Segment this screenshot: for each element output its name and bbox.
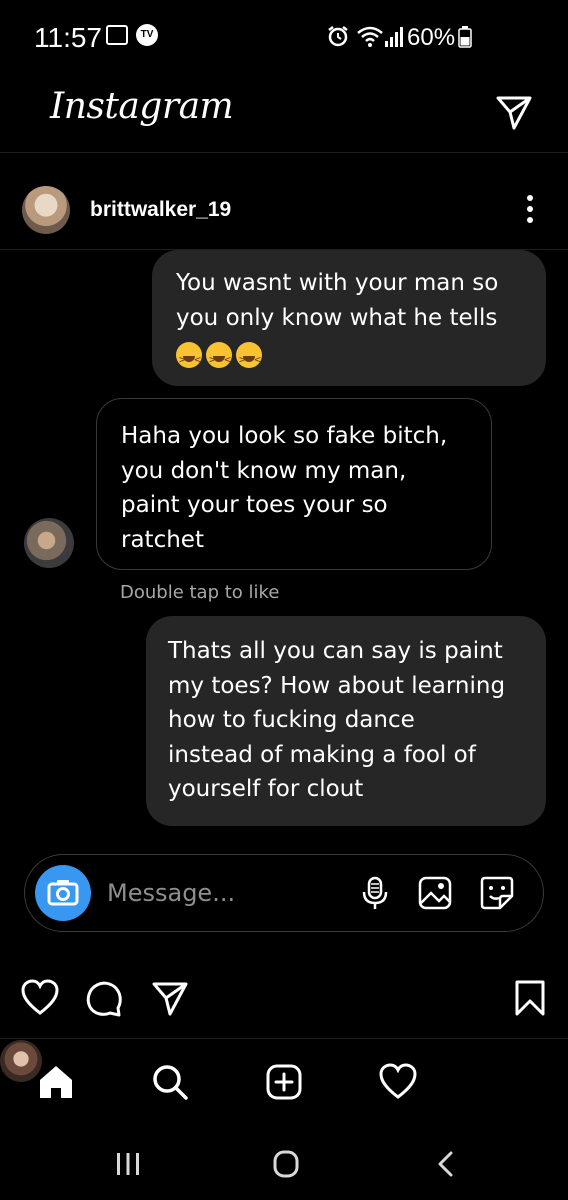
message-line: yourself for clout bbox=[168, 776, 364, 802]
outgoing-message-bubble: You wasnt with your man so you only know… bbox=[152, 250, 546, 386]
share-icon[interactable] bbox=[150, 978, 190, 1018]
battery-percent: 60% bbox=[407, 24, 456, 51]
double-tap-hint: Double tap to like bbox=[120, 582, 280, 603]
battery-icon bbox=[458, 26, 472, 48]
grinning-squinting-face-icon bbox=[236, 341, 262, 377]
search-icon[interactable] bbox=[150, 1062, 190, 1102]
post-header: brittwalker_19 bbox=[0, 168, 568, 250]
gallery-notification-icon bbox=[106, 25, 128, 45]
message-line: my toes? How about learning bbox=[168, 672, 506, 699]
tv-icon: TV bbox=[136, 24, 158, 46]
bottom-nav bbox=[0, 1040, 568, 1126]
system-nav-bar bbox=[0, 1126, 568, 1200]
message-line: paint your toes your so bbox=[121, 492, 388, 518]
incoming-message-bubble: Haha you look so fake bitch, you don't k… bbox=[96, 398, 492, 570]
signal-icon bbox=[385, 27, 403, 47]
more-options-icon[interactable] bbox=[520, 192, 540, 226]
status-time: 11:57 bbox=[34, 22, 102, 53]
bookmark-icon[interactable] bbox=[510, 978, 550, 1018]
message-composer bbox=[24, 854, 544, 932]
post-username[interactable]: brittwalker_19 bbox=[90, 198, 231, 222]
system-home-icon[interactable] bbox=[270, 1148, 302, 1180]
message-input[interactable] bbox=[107, 869, 347, 917]
direct-message-icon[interactable] bbox=[494, 92, 534, 132]
gallery-icon[interactable] bbox=[417, 875, 453, 911]
message-line: ratchet bbox=[121, 526, 204, 553]
heart-icon[interactable] bbox=[20, 978, 60, 1018]
status-bar: 11:57 TV 60% bbox=[0, 0, 568, 76]
message-line: you only know what he tells bbox=[176, 304, 498, 331]
sender-avatar[interactable] bbox=[24, 518, 74, 568]
nav-divider bbox=[0, 1038, 568, 1039]
back-icon[interactable] bbox=[430, 1148, 462, 1180]
microphone-icon[interactable] bbox=[357, 875, 393, 911]
outgoing-message-bubble: Thats all you can say is paint my toes? … bbox=[146, 616, 546, 826]
grinning-squinting-face-icon bbox=[176, 341, 202, 377]
sticker-icon[interactable] bbox=[479, 875, 515, 911]
post-actions bbox=[0, 970, 568, 1026]
add-post-icon[interactable] bbox=[264, 1062, 304, 1102]
message-line: how to fucking dance bbox=[168, 707, 415, 733]
message-line: Haha you look so fake bitch, bbox=[121, 423, 448, 449]
post-author-avatar[interactable] bbox=[22, 186, 70, 234]
message-line: you don't know my man, bbox=[121, 457, 407, 484]
recent-apps-icon[interactable] bbox=[112, 1148, 144, 1180]
home-icon[interactable] bbox=[36, 1062, 76, 1102]
message-line: Thats all you can say is paint bbox=[168, 638, 503, 664]
instagram-logo[interactable]: Instagram bbox=[50, 86, 234, 127]
app-header: Instagram bbox=[0, 76, 568, 152]
wifi-icon bbox=[357, 26, 383, 47]
emoji-row bbox=[176, 337, 522, 377]
camera-icon bbox=[47, 880, 79, 906]
activity-heart-icon[interactable] bbox=[378, 1062, 418, 1102]
message-line: You wasnt with your man so bbox=[176, 270, 499, 296]
header-divider bbox=[0, 152, 568, 153]
alarm-icon bbox=[328, 26, 348, 47]
comment-icon[interactable] bbox=[84, 978, 124, 1018]
grinning-squinting-face-icon bbox=[206, 341, 232, 377]
camera-button[interactable] bbox=[35, 865, 91, 921]
message-line: instead of making a fool of bbox=[168, 741, 476, 768]
